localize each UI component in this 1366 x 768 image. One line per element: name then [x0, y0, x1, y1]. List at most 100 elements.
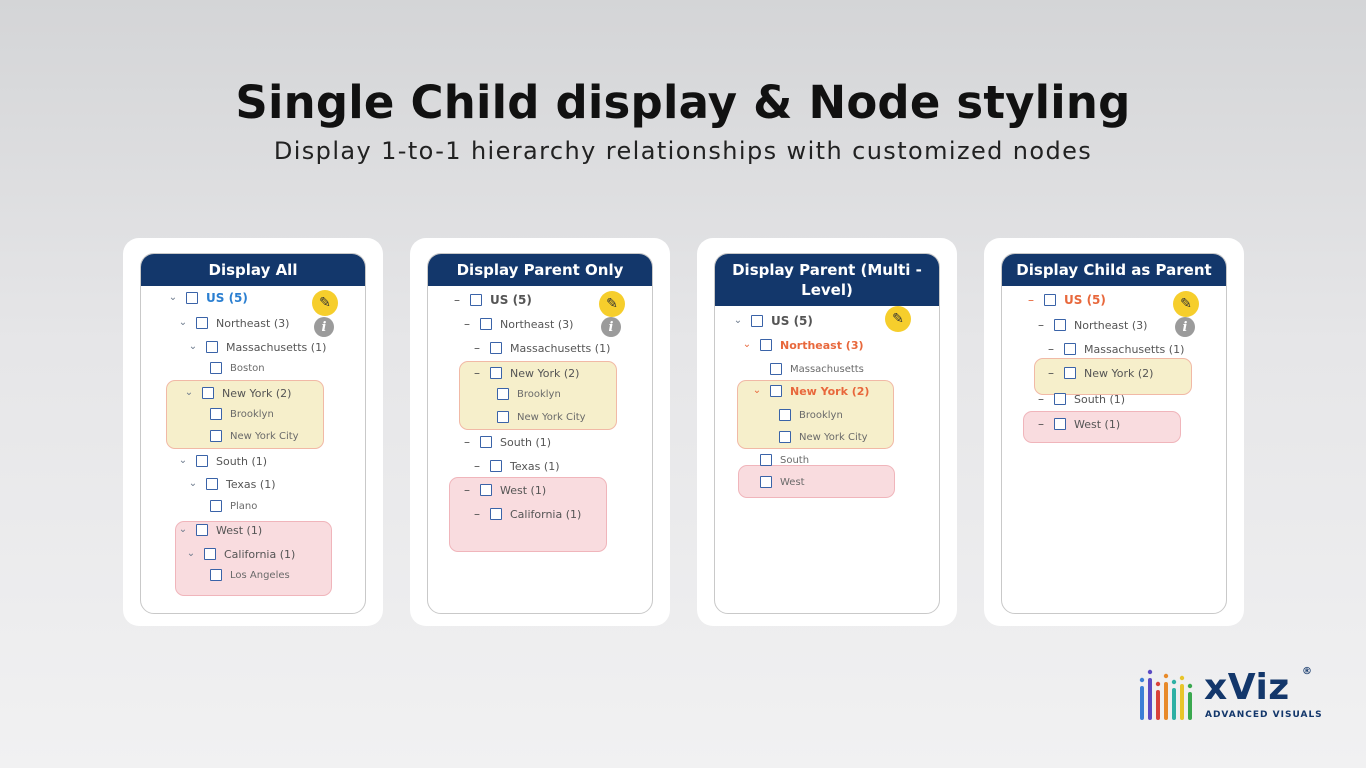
tree-node[interactable]: Plano: [210, 498, 257, 514]
node-checkbox[interactable]: [210, 362, 222, 374]
minus-icon[interactable]: –: [1035, 418, 1047, 430]
node-checkbox[interactable]: [770, 363, 782, 375]
node-checkbox[interactable]: [206, 478, 218, 490]
minus-icon[interactable]: –: [1045, 367, 1057, 379]
tree-node[interactable]: Brooklyn: [210, 406, 274, 422]
node-checkbox[interactable]: [210, 430, 222, 442]
info-icon[interactable]: i: [1175, 317, 1195, 337]
minus-icon[interactable]: –: [1025, 294, 1037, 306]
node-checkbox[interactable]: [770, 385, 782, 397]
tree-node[interactable]: ⌄ South (1): [177, 453, 267, 469]
tree-node[interactable]: New York City: [779, 429, 868, 445]
minus-icon[interactable]: –: [461, 484, 473, 496]
tree-node[interactable]: – New York (2): [471, 365, 579, 381]
minus-icon[interactable]: –: [471, 460, 483, 472]
tree-node[interactable]: – Massachusetts (1): [1045, 341, 1184, 357]
tree-node[interactable]: – US (5): [1025, 292, 1106, 308]
tree-node[interactable]: ⌄ US (5): [167, 290, 248, 306]
tree-node[interactable]: ⌄ US (5): [732, 313, 813, 329]
node-checkbox[interactable]: [196, 317, 208, 329]
tree-node[interactable]: – US (5): [451, 292, 532, 308]
node-checkbox[interactable]: [490, 460, 502, 472]
tree-node[interactable]: – New York (2): [1045, 365, 1153, 381]
chevron-down-icon[interactable]: ⌄: [187, 478, 199, 490]
tree-node[interactable]: – South (1): [1035, 391, 1125, 407]
tree-node[interactable]: ⌄ New York (2): [183, 385, 292, 401]
minus-icon[interactable]: –: [1035, 393, 1047, 405]
tree-node[interactable]: ⌄ Massachusetts (1): [187, 339, 327, 355]
pencil-icon[interactable]: ✎: [599, 291, 625, 317]
node-checkbox[interactable]: [210, 408, 222, 420]
node-checkbox[interactable]: [497, 388, 509, 400]
node-checkbox[interactable]: [480, 484, 492, 496]
tree-node[interactable]: Brooklyn: [497, 386, 561, 402]
node-checkbox[interactable]: [470, 294, 482, 306]
node-checkbox[interactable]: [480, 318, 492, 330]
chevron-down-icon[interactable]: ⌄: [177, 317, 189, 329]
node-checkbox[interactable]: [779, 409, 791, 421]
pencil-icon[interactable]: ✎: [885, 306, 911, 332]
tree-node[interactable]: – West (1): [461, 482, 546, 498]
info-icon[interactable]: i: [314, 317, 334, 337]
tree-node[interactable]: – Texas (1): [471, 458, 559, 474]
chevron-down-icon[interactable]: ⌄: [167, 292, 179, 304]
pencil-icon[interactable]: ✎: [312, 290, 338, 316]
tree-node[interactable]: ⌄ Northeast (3): [177, 315, 290, 331]
minus-icon[interactable]: –: [451, 294, 463, 306]
tree-node[interactable]: South: [760, 452, 809, 468]
minus-icon[interactable]: –: [1035, 319, 1047, 331]
tree-node[interactable]: – Northeast (3): [461, 316, 573, 332]
tree-node[interactable]: Brooklyn: [779, 407, 843, 423]
node-checkbox[interactable]: [760, 476, 772, 488]
node-checkbox[interactable]: [204, 548, 216, 560]
node-checkbox[interactable]: [1044, 294, 1056, 306]
tree-node[interactable]: ⌄ California (1): [185, 546, 296, 562]
tree-node[interactable]: New York City: [497, 409, 586, 425]
chevron-down-icon[interactable]: ⌄: [732, 315, 744, 327]
tree-node[interactable]: ⌄ West (1): [177, 522, 262, 538]
tree-node[interactable]: West: [760, 474, 805, 490]
chevron-down-icon[interactable]: ⌄: [741, 339, 753, 351]
node-checkbox[interactable]: [490, 342, 502, 354]
minus-icon[interactable]: –: [471, 367, 483, 379]
tree-node[interactable]: – Massachusetts (1): [471, 340, 610, 356]
minus-icon[interactable]: –: [461, 436, 473, 448]
tree-node[interactable]: – South (1): [461, 434, 551, 450]
tree-node[interactable]: New York City: [210, 428, 299, 444]
node-checkbox[interactable]: [751, 315, 763, 327]
pencil-icon[interactable]: ✎: [1173, 291, 1199, 317]
tree-node[interactable]: – California (1): [471, 506, 581, 522]
chevron-down-icon[interactable]: ⌄: [177, 455, 189, 467]
tree-node[interactable]: ⌄ Northeast (3): [741, 337, 864, 353]
tree-node[interactable]: Boston: [210, 360, 265, 376]
minus-icon[interactable]: –: [1045, 343, 1057, 355]
chevron-down-icon[interactable]: ⌄: [187, 341, 199, 353]
node-checkbox[interactable]: [206, 341, 218, 353]
minus-icon[interactable]: –: [471, 342, 483, 354]
node-checkbox[interactable]: [490, 508, 502, 520]
node-checkbox[interactable]: [1054, 418, 1066, 430]
node-checkbox[interactable]: [760, 339, 772, 351]
node-checkbox[interactable]: [779, 431, 791, 443]
node-checkbox[interactable]: [1054, 319, 1066, 331]
node-checkbox[interactable]: [210, 500, 222, 512]
node-checkbox[interactable]: [497, 411, 509, 423]
info-icon[interactable]: i: [601, 317, 621, 337]
chevron-down-icon[interactable]: ⌄: [185, 548, 197, 560]
tree-node[interactable]: – Northeast (3): [1035, 317, 1147, 333]
chevron-down-icon[interactable]: ⌄: [177, 524, 189, 536]
node-checkbox[interactable]: [210, 569, 222, 581]
tree-node[interactable]: Los Angeles: [210, 567, 290, 583]
tree-node[interactable]: ⌄ Texas (1): [187, 476, 276, 492]
node-checkbox[interactable]: [196, 524, 208, 536]
node-checkbox[interactable]: [1064, 367, 1076, 379]
tree-node[interactable]: – West (1): [1035, 416, 1120, 432]
node-checkbox[interactable]: [760, 454, 772, 466]
minus-icon[interactable]: –: [461, 318, 473, 330]
tree-node[interactable]: ⌄ New York (2): [751, 383, 870, 399]
minus-icon[interactable]: –: [471, 508, 483, 520]
node-checkbox[interactable]: [480, 436, 492, 448]
node-checkbox[interactable]: [1054, 393, 1066, 405]
chevron-down-icon[interactable]: ⌄: [751, 385, 763, 397]
node-checkbox[interactable]: [186, 292, 198, 304]
